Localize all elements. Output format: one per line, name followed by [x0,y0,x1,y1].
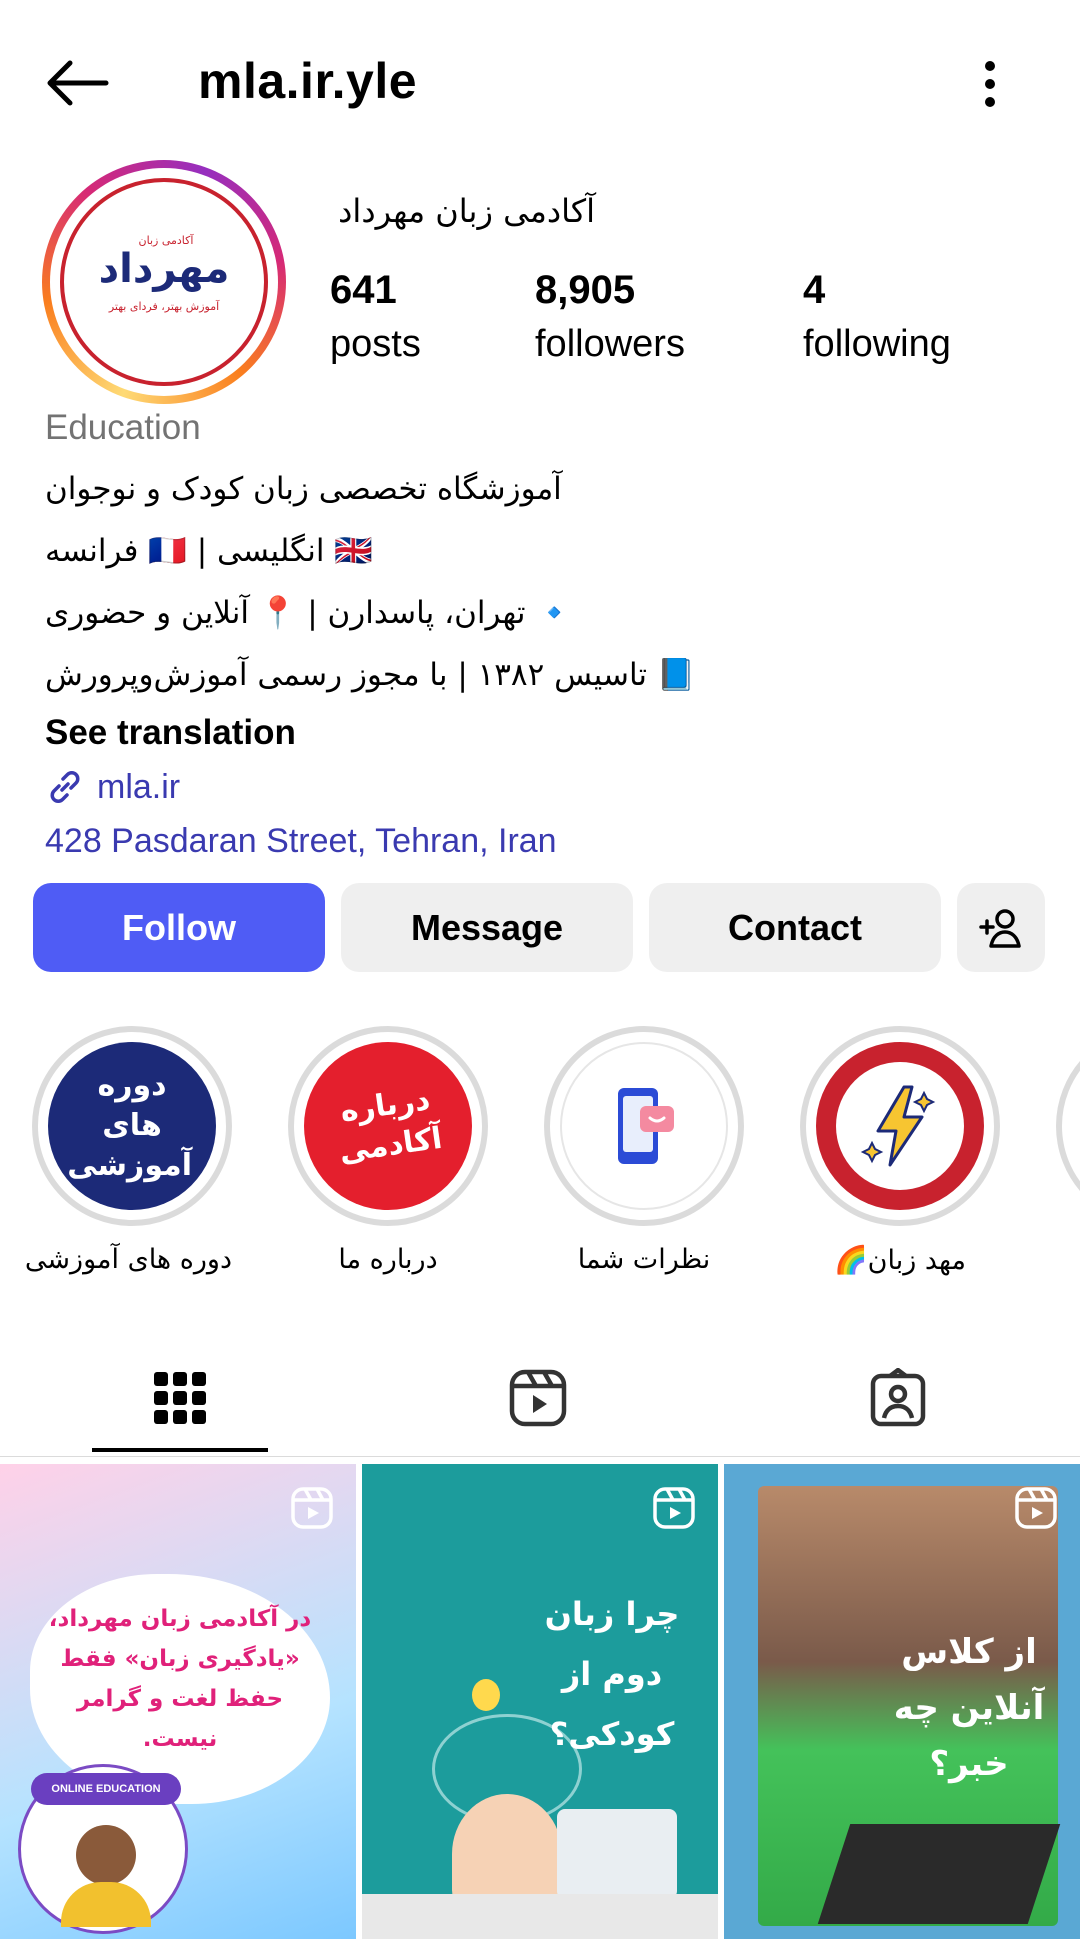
highlight-label: نظرات شما [577,1244,711,1275]
kid-illustration: ONLINE EDUCATION [18,1764,188,1934]
tab-reels-icon[interactable] [508,1368,568,1428]
stat-label: followers [535,323,685,365]
bio-line: 📘 تاسیس ۱۳۸۲ | با مجوز رسمی آموزش‌وپرورش [45,657,696,693]
stat-value: 641 [330,268,397,312]
lightbulb-illustration [472,1679,500,1711]
bio-line: آموزشگاه تخصصی زبان کودک و نوجوان [45,471,562,507]
see-translation-link[interactable]: See translation [45,706,1045,760]
profile-display-name: آکادمی زبان مهرداد [338,192,595,230]
highlight-cover: درباره آکادمی [304,1042,472,1210]
highlight-kindergarten[interactable]: مهد زبان🌈 [800,1026,1000,1276]
link-icon [50,771,80,803]
tab-tagged-icon[interactable] [868,1368,928,1428]
keyboard-photo [817,1824,1061,1924]
website-link-text: mla.ir [97,768,181,806]
stat-followers[interactable]: 8,905 followers [535,268,685,366]
profile-category: Education [45,408,201,447]
tab-divider [0,1456,1080,1457]
svg-text:آکادمی زبان: آکادمی زبان [139,233,195,247]
message-button[interactable]: Message [341,883,633,972]
highlight-label: مهد زبان🌈 [834,1245,966,1276]
phone-chat-icon [618,1088,674,1164]
stat-following[interactable]: 4 following [803,268,951,366]
stat-posts[interactable]: 641 posts [330,268,421,366]
highlight-cover-text: دوره های آموزشی [67,1068,192,1183]
website-link[interactable]: mla.ir [45,760,1045,814]
stat-label: posts [330,323,421,365]
back-arrow-icon[interactable] [42,58,112,108]
online-education-badge: ONLINE EDUCATION [31,1773,181,1805]
profile-username: mla.ir.yle [198,53,418,109]
suggested-people-button[interactable] [957,883,1045,972]
more-options-icon[interactable] [975,60,1005,108]
highlight-label: درباره ما [338,1244,438,1275]
highlight-courses[interactable]: دوره های آموزشی دوره های آموزشی [24,1026,232,1275]
avatar-logo: آکادمی زبان مهرداد آموزش بهتر، فردای بهت… [60,178,268,386]
reel-icon [1015,1487,1057,1529]
highlight-cover [816,1042,984,1210]
highlight-reviews[interactable]: نظرات شما [544,1026,744,1275]
address-link[interactable]: 428 Pasdaran Street, Tehran, Iran [45,814,1045,868]
tab-grid-icon[interactable] [150,1368,210,1428]
highlight-cover: دوره های آموزشی [48,1042,216,1210]
profile-tabs [0,1340,1080,1460]
bio-line: 🇬🇧 انگلیسی | 🇫🇷 فرانسه [45,533,373,569]
stat-value: 8,905 [535,268,636,312]
lightning-icon [860,1085,936,1167]
post-thumbnail[interactable]: در آکادمی زبان مهرداد، «یادگیری زبان» فق… [0,1464,356,1939]
active-tab-indicator [92,1448,268,1452]
highlight-cover [560,1042,728,1210]
follow-button[interactable]: Follow [33,883,325,972]
svg-text:آموزش بهتر، فردای بهتر: آموزش بهتر، فردای بهتر [108,299,220,313]
post-thumbnail[interactable]: چرا زبان دوم از کودکی؟ [362,1464,718,1939]
add-person-icon [979,908,1021,948]
contact-button[interactable]: Contact [649,883,941,972]
top-bar: mla.ir.yle [0,0,1080,166]
highlight-label: دوره های آموزشی [24,1244,232,1275]
highlight-about[interactable]: درباره آکادمی درباره ما [288,1026,488,1275]
academy-logo-icon: آکادمی زبان مهرداد آموزش بهتر، فردای بهت… [99,233,230,313]
post-caption: چرا زبان دوم از کودکی؟ [544,1595,680,1753]
highlight-cover-text: درباره آکادمی [337,1082,445,1170]
bio-line: 🔹 تهران، پاسدارن | 📍 آنلاین و حضوری [45,595,574,631]
reel-icon [291,1487,333,1529]
post-thumbnail[interactable]: از کلاس آنلاین چه خبر؟ [724,1464,1080,1939]
reel-icon [653,1487,695,1529]
post-caption: از کلاس آنلاین چه خبر؟ [893,1632,1045,1784]
stat-label: following [803,323,951,365]
svg-text:مهرداد: مهرداد [99,246,230,292]
post-caption: در آکادمی زبان مهرداد، «یادگیری زبان» فق… [48,1606,312,1752]
highlight-partial[interactable] [1056,1026,1080,1226]
laptop-illustration [557,1809,677,1899]
profile-bio: Education آموزشگاه تخصصی زبان کودک و نوج… [45,408,1045,868]
stat-value: 4 [803,268,826,312]
avatar-story-ring[interactable]: آکادمی زبان مهرداد آموزش بهتر، فردای بهت… [42,160,286,404]
